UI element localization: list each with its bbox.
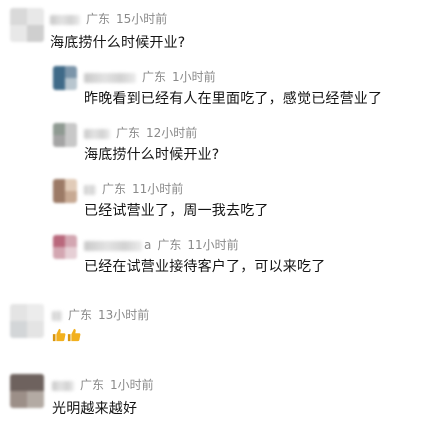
location: 广东: [68, 308, 93, 322]
comment-meta: 广东 13小时前: [52, 306, 149, 323]
avatar[interactable]: [10, 304, 44, 338]
location: 广东: [157, 238, 182, 252]
comment-item[interactable]: 广东 1小时前 光明越来越好: [0, 368, 442, 422]
timestamp: 11小时前: [187, 238, 239, 252]
location: 广东: [102, 182, 127, 196]
comment-text: 已经试营业了，周一我去吃了: [84, 203, 269, 219]
comment-meta: 广东 11小时前: [84, 180, 183, 197]
timestamp: 15小时前: [116, 12, 168, 26]
timestamp: 13小时前: [98, 308, 150, 322]
comment-meta: 广东 15小时前: [50, 10, 167, 27]
timestamp: 12小时前: [146, 126, 198, 140]
avatar[interactable]: [53, 66, 77, 90]
username-blurred[interactable]: [84, 240, 142, 251]
comment-meta: 广东 1小时前: [84, 68, 216, 85]
timestamp: 11小时前: [132, 182, 184, 196]
location: 广东: [142, 70, 167, 84]
username-blurred[interactable]: [52, 380, 74, 391]
timestamp: 1小时前: [110, 378, 154, 392]
thumbs-up-icon: [67, 328, 81, 342]
reply-item[interactable]: 广东 12小时前 海底捞什么时候开业?: [0, 118, 442, 170]
location: 广东: [80, 378, 105, 392]
avatar[interactable]: [10, 374, 44, 408]
username-tail: a: [144, 238, 152, 252]
comment-item[interactable]: 广东 13小时前: [0, 298, 442, 354]
username-blurred[interactable]: [52, 310, 62, 321]
reply-item[interactable]: 广东 11小时前 已经试营业了，周一我去吃了: [0, 174, 442, 226]
timestamp: 1小时前: [172, 70, 216, 84]
comment-text: 光明越来越好: [52, 401, 138, 417]
comment-text: 昨晚看到已经有人在里面吃了，感觉已经营业了: [84, 91, 383, 107]
thumbs-up-icon: [52, 328, 66, 342]
username-blurred[interactable]: [84, 128, 110, 139]
reply-item[interactable]: a 广东 11小时前 已经在试营业接待客户了，可以来吃了: [0, 230, 442, 284]
comment-text: 海底捞什么时候开业?: [84, 147, 220, 163]
comment-meta: 广东 12小时前: [84, 124, 197, 141]
username-blurred[interactable]: [84, 72, 136, 83]
avatar[interactable]: [10, 8, 44, 42]
comment-meta: 广东 1小时前: [52, 376, 154, 393]
avatar[interactable]: [53, 235, 77, 259]
location: 广东: [86, 12, 111, 26]
reply-item[interactable]: 广东 1小时前 昨晚看到已经有人在里面吃了，感觉已经营业了: [0, 62, 442, 114]
location: 广东: [116, 126, 141, 140]
comment-item[interactable]: 广东 15小时前 海底捞什么时候开业?: [0, 0, 442, 58]
comment-meta: a 广东 11小时前: [84, 236, 239, 253]
username-blurred[interactable]: [50, 14, 80, 25]
username-blurred[interactable]: [84, 184, 96, 195]
emoji-reaction: [52, 328, 82, 347]
avatar[interactable]: [53, 179, 77, 203]
avatar[interactable]: [53, 123, 77, 147]
comment-text: 海底捞什么时候开业?: [50, 35, 186, 51]
comment-text: 已经在试营业接待客户了，可以来吃了: [84, 259, 326, 275]
